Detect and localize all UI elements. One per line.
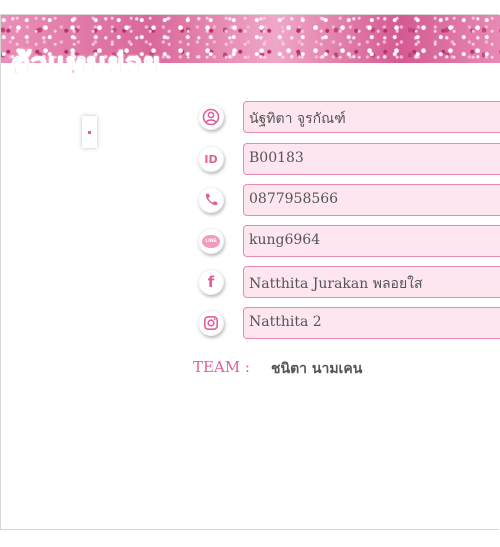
page-title: ตัวแทนย่อย xyxy=(10,47,161,82)
profile-row-instagram: Natthita 2 xyxy=(196,307,500,343)
line-id-field[interactable]: kung6964 xyxy=(243,225,500,257)
dot-marker xyxy=(88,130,91,134)
profile-row-phone: 0877958566 xyxy=(196,184,500,220)
user-icon xyxy=(198,104,224,130)
team-label: TEAM : xyxy=(193,358,250,376)
id-field[interactable]: B00183 xyxy=(243,143,500,175)
profile-row-line: LINE kung6964 xyxy=(196,225,500,261)
phone-field[interactable]: 0877958566 xyxy=(243,184,500,216)
line-icon: LINE xyxy=(198,228,224,254)
name-field[interactable]: นัฐทิตา จูรกัณฑ์ xyxy=(243,101,500,133)
instagram-field[interactable]: Natthita 2 xyxy=(243,307,500,339)
id-icon: ID xyxy=(198,146,224,172)
instagram-icon xyxy=(198,310,224,336)
profile-row-id: ID B00183 xyxy=(196,143,500,179)
phone-icon xyxy=(198,187,224,213)
dot-badge xyxy=(82,116,97,148)
profile-row-facebook: f Natthita Jurakan พลอยใส xyxy=(196,266,500,302)
id-icon-text: ID xyxy=(204,152,218,166)
line-bubble: LINE xyxy=(202,234,220,248)
team-row: TEAM : ชนิตา นามเคน xyxy=(193,358,362,377)
facebook-icon-text: f xyxy=(207,273,215,291)
facebook-field[interactable]: Natthita Jurakan พลอยใส xyxy=(243,266,500,298)
team-value: ชนิตา นามเคน xyxy=(271,361,363,377)
line-icon-text: LINE xyxy=(205,238,217,244)
profile-row-name: นัฐทิตา จูรกัณฑ์ xyxy=(196,101,500,137)
facebook-icon: f xyxy=(198,269,224,295)
